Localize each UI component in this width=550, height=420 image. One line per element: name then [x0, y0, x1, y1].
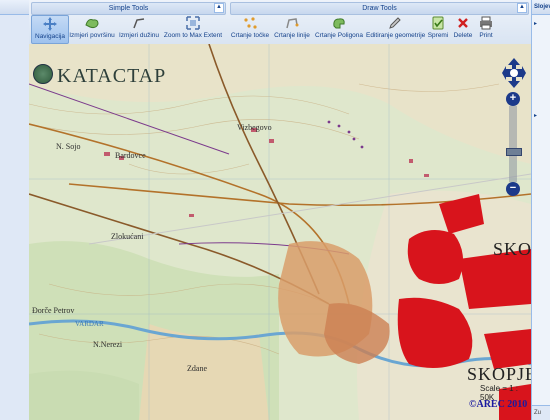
- pan-arrows-icon: [43, 17, 57, 31]
- draw-point-tool[interactable]: Crtanje točke: [230, 15, 270, 42]
- zoom-out-button[interactable]: −: [506, 182, 520, 196]
- navigation-tool[interactable]: Navigacija: [31, 15, 69, 44]
- delete-x-icon: [458, 18, 468, 28]
- zoom-extent-icon: [186, 16, 200, 30]
- save-icon: [432, 16, 444, 30]
- city-label-right: SKOF: [493, 239, 531, 259]
- measure-length-tool[interactable]: Izmjeri dužinu: [117, 15, 161, 42]
- layer-node[interactable]: ▸: [534, 20, 537, 27]
- layers-panel-footer: Zu: [532, 405, 550, 420]
- print-label: Print: [479, 32, 493, 39]
- draw-point-label: Crtanje točke: [230, 32, 270, 39]
- printer-icon: [480, 16, 492, 30]
- zoom-track[interactable]: [509, 106, 517, 182]
- place-label: Đorče Petrov: [32, 306, 75, 315]
- save-button[interactable]: Spremi: [426, 15, 450, 42]
- measure-length-label: Izmjeri dužinu: [118, 32, 160, 39]
- left-panel: [0, 0, 30, 420]
- place-label: Vizbegovo: [237, 123, 272, 132]
- place-label: N.Nerezi: [93, 340, 123, 349]
- delete-label: Delete: [453, 32, 473, 39]
- topographic-map: [29, 44, 531, 420]
- measure-area-tool[interactable]: Izmjeri površinu: [69, 15, 115, 42]
- place-label: Zdane: [187, 364, 207, 373]
- line-icon: [133, 18, 145, 29]
- map-view[interactable]: KATACTAP Vizbegovo Bardovce N. Sojo Zlok…: [29, 44, 531, 420]
- print-button[interactable]: Print: [476, 15, 496, 42]
- simple-tools-group: Simple Tools ▲ Navigacija Izmjeri površi…: [31, 2, 226, 44]
- zoom-max-label: Zoom to Max Extent: [163, 32, 223, 39]
- layers-panel-header: Slojevi: [532, 0, 550, 15]
- layers-panel: Slojevi ▸ ▸ Zu: [531, 0, 550, 420]
- place-label: Zlokućani: [111, 232, 144, 241]
- draw-polygon-tool[interactable]: Crtanje Poligona: [314, 15, 364, 42]
- draw-line-label: Crtanje linije: [274, 32, 310, 39]
- draw-polygon-label: Crtanje Poligona: [314, 32, 364, 39]
- edit-geometry-tool[interactable]: Editiranje geometrije: [366, 15, 426, 42]
- navigation-label: Navigacija: [35, 33, 65, 40]
- delete-button[interactable]: Delete: [452, 15, 474, 42]
- zoom-in-button[interactable]: +: [506, 92, 520, 106]
- layer-node[interactable]: ▸: [534, 112, 537, 119]
- toolbar: Simple Tools ▲ Navigacija Izmjeri površi…: [29, 0, 531, 45]
- save-label: Spremi: [427, 32, 449, 39]
- city-label: SKOPJE: [467, 364, 531, 384]
- copyright-label: ©AREC 2010: [469, 399, 528, 410]
- draw-tools-group: Draw Tools ▲ Crtanje točke Crtanje linij…: [230, 2, 529, 42]
- zoom-slider[interactable]: + −: [506, 92, 522, 196]
- draw-line-tool[interactable]: Crtanje linije: [272, 15, 312, 42]
- polygon-icon: [333, 18, 345, 29]
- place-label: Bardovce: [115, 151, 146, 160]
- edit-pencil-icon: [389, 17, 401, 29]
- draw-tools-title: Draw Tools: [230, 2, 529, 15]
- river-label: VARDAR: [75, 320, 104, 328]
- left-panel-header: [0, 0, 29, 15]
- edit-geometry-label: Editiranje geometrije: [366, 32, 426, 39]
- collapse-draw-button[interactable]: ▲: [517, 3, 527, 13]
- points-icon: [244, 17, 257, 29]
- simple-tools-title: Simple Tools: [31, 2, 226, 15]
- pan-control-icon[interactable]: [502, 58, 526, 88]
- zoom-handle[interactable]: [506, 148, 522, 156]
- place-label: N. Sojo: [56, 142, 81, 151]
- zoom-max-extent-tool[interactable]: Zoom to Max Extent: [163, 15, 223, 42]
- collapse-simple-button[interactable]: ▲: [214, 3, 224, 13]
- area-icon: [85, 19, 99, 29]
- polyline-icon: [286, 18, 299, 29]
- map-title: KATACTAP: [57, 65, 167, 87]
- measure-area-label: Izmjeri površinu: [69, 32, 115, 39]
- katastar-logo: [33, 64, 53, 84]
